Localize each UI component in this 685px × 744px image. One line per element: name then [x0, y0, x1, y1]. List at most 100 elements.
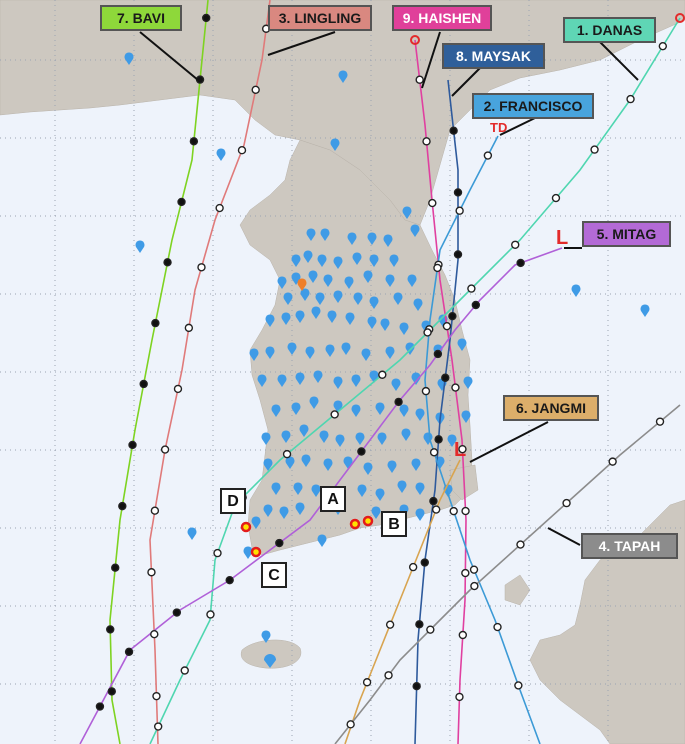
track-position-marker	[153, 722, 163, 731]
track-position-marker	[111, 563, 120, 572]
track-position-marker	[448, 311, 457, 321]
track-position-marker	[180, 666, 189, 675]
track-position-marker	[189, 137, 199, 146]
label-lingling-text: 3. LINGLING	[278, 10, 362, 26]
track-position-marker	[173, 384, 183, 394]
track-position-marker	[423, 328, 432, 337]
track-position-marker	[562, 498, 571, 508]
track-position-marker	[251, 85, 260, 95]
label-maysak: 8. MAYSAK	[442, 43, 545, 69]
label-mitag: 5. MITAG	[582, 221, 671, 247]
low-symbol-mitag: L	[556, 227, 568, 249]
track-position-marker	[163, 258, 172, 267]
track-position-marker	[458, 630, 468, 640]
track-position-marker	[655, 417, 665, 426]
track-position-marker	[385, 620, 395, 629]
label-jangmi: 6. JANGMI	[503, 395, 599, 421]
track-position-marker	[433, 349, 443, 359]
track-position-marker	[514, 681, 523, 690]
track-position-marker	[237, 146, 247, 155]
track-position-marker	[441, 373, 450, 382]
label-maysak-text: 8. MAYSAK	[456, 48, 531, 64]
track-position-marker	[357, 447, 366, 456]
track-position-marker	[128, 440, 137, 450]
track-position-marker	[225, 575, 234, 585]
track-position-marker	[206, 610, 215, 619]
track-position-marker	[453, 250, 463, 259]
track-position-marker	[451, 383, 460, 392]
track-position-marker	[449, 506, 458, 516]
label-danas-text: 1. DANAS	[576, 22, 643, 38]
track-position-marker	[184, 323, 194, 333]
track-position-marker	[275, 538, 284, 548]
track-position-marker	[453, 188, 463, 197]
track-position-marker	[461, 568, 470, 578]
site-d-marker	[240, 521, 252, 533]
label-tapah: 4. TAPAH	[581, 533, 678, 559]
label-mitag-text: 5. MITAG	[596, 226, 657, 242]
track-position-marker	[516, 258, 525, 268]
track-position-marker	[106, 625, 115, 634]
track-position-marker	[590, 145, 599, 154]
track-position-marker	[346, 720, 355, 729]
label-haishen: 9. HAISHEN	[392, 5, 492, 31]
track-position-marker	[608, 457, 617, 466]
label-bavi-text: 7. BAVI	[117, 10, 165, 26]
track-position-marker	[426, 625, 435, 634]
track-position-marker	[431, 505, 441, 514]
track-position-marker	[408, 562, 418, 572]
track-position-marker	[442, 321, 452, 331]
site-label-c: C	[261, 562, 287, 588]
track-position-marker	[378, 370, 387, 379]
track-position-marker	[483, 151, 493, 160]
track-position-marker	[197, 263, 206, 272]
track-position-marker	[107, 687, 116, 696]
track-position-marker	[422, 137, 431, 146]
site-label-a: A	[320, 486, 346, 512]
label-lingling: 3. LINGLING	[268, 5, 372, 31]
label-haishen-text: 9. HAISHEN	[402, 10, 482, 26]
track-position-marker	[330, 410, 339, 419]
track-position-marker	[493, 622, 502, 632]
track-position-marker	[467, 284, 476, 293]
track-position-marker	[172, 608, 182, 617]
track-position-marker	[177, 197, 186, 207]
track-position-marker	[95, 702, 105, 711]
label-danas: 1. DANAS	[563, 17, 656, 43]
track-position-marker	[124, 647, 134, 656]
track-position-marker	[213, 548, 222, 558]
track-position-marker	[394, 397, 403, 407]
label-jangmi-text: 6. JANGMI	[515, 400, 586, 416]
track-position-marker	[421, 386, 431, 396]
track-position-marker	[150, 629, 159, 639]
label-francisco-text: 2. FRANCISCO	[483, 98, 583, 114]
label-tapah-text: 4. TAPAH	[598, 538, 661, 554]
track-position-marker	[160, 445, 170, 454]
track-position-marker	[151, 318, 160, 328]
track-position-marker	[433, 263, 442, 273]
label-bavi: 7. BAVI	[100, 5, 182, 31]
track-position-marker	[455, 692, 464, 702]
track-position-marker	[215, 203, 224, 213]
track-position-marker	[152, 691, 161, 701]
site-label-d: D	[220, 488, 246, 514]
track-position-marker	[282, 449, 292, 459]
track-position-marker	[429, 448, 439, 457]
track-position-marker	[150, 506, 160, 515]
track-position-marker	[362, 678, 372, 687]
track-position-marker	[469, 565, 479, 574]
track-position-marker	[449, 126, 458, 135]
label-francisco: 2. FRANCISCO	[472, 93, 594, 119]
site-a-marker	[349, 518, 361, 530]
track-position-marker	[511, 240, 520, 249]
track-position-marker	[516, 540, 525, 549]
track-position-marker	[139, 379, 148, 389]
depression-symbol-francisco: TD	[490, 120, 507, 135]
track-position-marker	[420, 558, 429, 567]
track-position-marker	[455, 206, 464, 215]
track-position-marker	[658, 41, 668, 51]
track-position-marker	[434, 435, 443, 444]
track-position-marker	[470, 581, 479, 591]
site-b-marker	[362, 515, 374, 527]
track-position-marker	[551, 193, 561, 203]
